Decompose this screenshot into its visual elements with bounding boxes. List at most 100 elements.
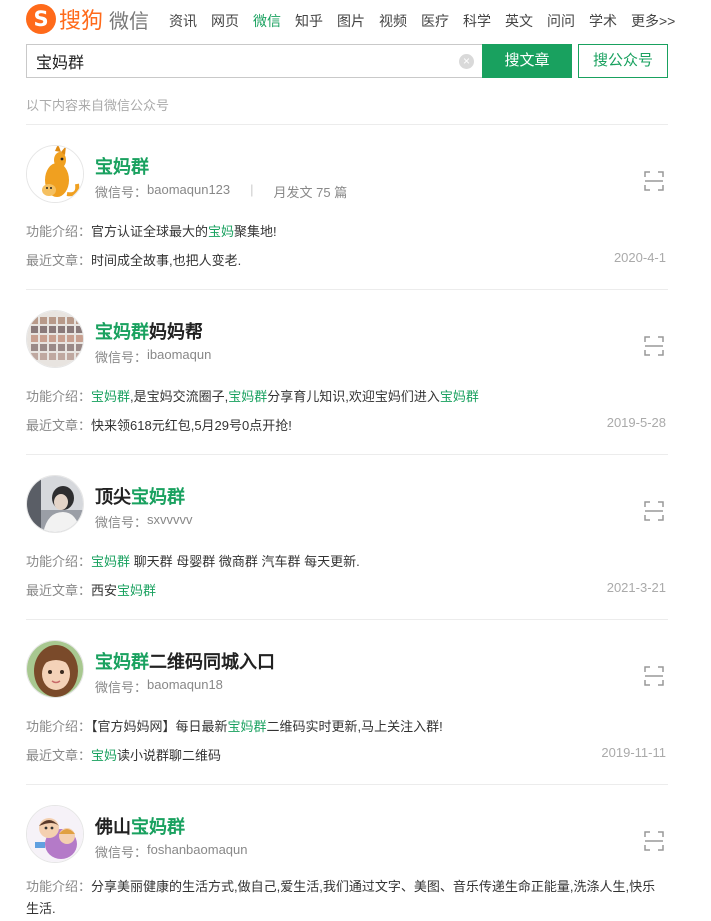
nav-item-more[interactable]: 更多>> bbox=[631, 11, 675, 31]
recent-article-link[interactable]: 快来领618元红包,5月29号0点开抢! bbox=[91, 418, 292, 433]
nav-item-english[interactable]: 英文 bbox=[505, 11, 533, 31]
wechat-id-label: 微信号： bbox=[95, 515, 148, 530]
recent-date: 2019-5-28 bbox=[606, 415, 666, 430]
account-meta: 微信号： sxvvvvv bbox=[95, 512, 193, 531]
recent-article-highlight[interactable]: 宝妈 bbox=[91, 748, 117, 763]
title-highlight: 宝妈群 bbox=[131, 817, 185, 837]
intro-row: 功能介绍：官方认证全球最大的宝妈聚集地! bbox=[26, 221, 277, 240]
account-title[interactable]: 宝妈群妈妈帮 bbox=[95, 318, 203, 344]
intro-label: 功能介绍： bbox=[26, 389, 92, 404]
intro-row: 功能介绍：【官方妈妈网】每日最新宝妈群二维码实时更新,马上关注入群! bbox=[26, 716, 443, 735]
intro-text: 聊天群 母婴群 微商群 汽车群 每天更新. bbox=[130, 554, 360, 569]
nav-item-web[interactable]: 网页 bbox=[211, 11, 239, 31]
account-title[interactable]: 佛山宝妈群 bbox=[95, 813, 185, 839]
recent-article-link[interactable]: 西安 bbox=[91, 583, 117, 598]
nav-item-news[interactable]: 资讯 bbox=[169, 11, 197, 31]
intro-text: 分享美丽健康的生活方式,做自己,爱生活,我们通过文字、美图、音乐传递生命正能量,… bbox=[26, 879, 656, 916]
intro-text: 聚集地! bbox=[234, 224, 277, 239]
wechat-id: baomaqun18 bbox=[147, 677, 223, 692]
intro-row: 功能介绍：宝妈群,是宝妈交流圈子,宝妈群分享育儿知识,欢迎宝妈们进入宝妈群 bbox=[26, 386, 479, 405]
account-avatar[interactable] bbox=[26, 475, 84, 533]
qrcode-icon[interactable] bbox=[644, 501, 664, 521]
account-title[interactable]: 顶尖宝妈群 bbox=[95, 483, 185, 509]
recent-row: 最近文章：宝妈读小说群聊二维码 bbox=[26, 745, 221, 764]
intro-highlight: 宝妈 bbox=[208, 224, 235, 239]
intro-row: 功能介绍：宝妈群 聊天群 母婴群 微商群 汽车群 每天更新. bbox=[26, 551, 360, 570]
account-meta: 微信号： ibaomaqun bbox=[95, 347, 211, 366]
intro-highlight: 宝妈群 bbox=[91, 554, 131, 569]
nav-item-video[interactable]: 视频 bbox=[379, 11, 407, 31]
sogou-weixin-logo[interactable]: S 搜狗 微信 bbox=[26, 3, 154, 35]
qrcode-icon[interactable] bbox=[644, 831, 664, 851]
intro-row: 功能介绍：分享美丽健康的生活方式,做自己,爱生活,我们通过文字、美图、音乐传递生… bbox=[26, 876, 668, 920]
wechat-id: baomaqun123 bbox=[147, 182, 231, 197]
clear-icon[interactable]: × bbox=[459, 54, 474, 69]
result-item: 宝妈群妈妈帮 微信号： ibaomaqun 功能介绍：宝妈群,是宝妈交流圈子,宝妈… bbox=[26, 290, 668, 455]
wechat-id-label: 微信号： bbox=[95, 680, 148, 695]
title-text: 二维码同城入口 bbox=[149, 652, 275, 672]
recent-article-link[interactable]: 读小说群聊二维码 bbox=[117, 748, 221, 763]
nav-item-science[interactable]: 科学 bbox=[463, 11, 491, 31]
account-title[interactable]: 宝妈群 bbox=[95, 153, 149, 179]
intro-highlight: 宝妈群 bbox=[439, 389, 479, 404]
result-item: 宝妈群 微信号： baomaqun123 | 月发文 75 篇 功能介绍：官方认证… bbox=[26, 125, 668, 290]
monthly-posts: 月发文 75 篇 bbox=[273, 185, 348, 200]
nav-item-images[interactable]: 图片 bbox=[337, 11, 365, 31]
qrcode-icon[interactable] bbox=[644, 666, 664, 686]
recent-date: 2021-3-21 bbox=[606, 580, 666, 595]
account-meta: 微信号： foshanbaomaqun bbox=[95, 842, 248, 861]
nav-item-zhihu[interactable]: 知乎 bbox=[295, 11, 323, 31]
recent-article-link[interactable]: 时间成全故事,也把人变老. bbox=[91, 253, 241, 268]
intro-highlight: 宝妈群 bbox=[228, 389, 268, 404]
search-input[interactable] bbox=[27, 52, 447, 70]
wechat-id: foshanbaomaqun bbox=[147, 842, 248, 857]
recent-row: 最近文章：西安宝妈群 bbox=[26, 580, 156, 599]
title-text: 佛山 bbox=[95, 817, 131, 837]
account-avatar[interactable] bbox=[26, 805, 84, 863]
intro-label: 功能介绍： bbox=[26, 879, 92, 894]
wechat-id: sxvvvvv bbox=[147, 512, 193, 527]
account-avatar[interactable] bbox=[26, 310, 84, 368]
intro-label: 功能介绍： bbox=[26, 554, 92, 569]
account-title[interactable]: 宝妈群二维码同城入口 bbox=[95, 648, 275, 674]
recent-date: 2020-4-1 bbox=[613, 250, 666, 265]
account-meta: 微信号： baomaqun123 | 月发文 75 篇 bbox=[95, 182, 347, 201]
intro-highlight: 宝妈群 bbox=[91, 389, 131, 404]
nav-item-weixin[interactable]: 微信 bbox=[253, 11, 281, 31]
wechat-id-label: 微信号： bbox=[95, 845, 148, 860]
wechat-id: ibaomaqun bbox=[147, 347, 212, 362]
logo-subtext: 微信 bbox=[109, 10, 150, 33]
nav-item-wenwen[interactable]: 问问 bbox=[547, 11, 575, 31]
search-bar: × bbox=[26, 44, 483, 78]
intro-text: 【官方妈妈网】每日最新 bbox=[91, 719, 228, 734]
account-meta: 微信号： baomaqun18 bbox=[95, 677, 223, 696]
search-articles-button[interactable]: 搜文章 bbox=[482, 44, 572, 78]
nav-item-medical[interactable]: 医疗 bbox=[421, 11, 449, 31]
top-nav: 资讯 网页 微信 知乎 图片 视频 医疗 科学 英文 问问 学术 更多>> bbox=[169, 11, 689, 31]
title-highlight: 宝妈群 bbox=[131, 487, 185, 507]
nav-item-scholar[interactable]: 学术 bbox=[589, 11, 617, 31]
intro-highlight: 宝妈群 bbox=[227, 719, 267, 734]
account-avatar[interactable] bbox=[26, 145, 84, 203]
recent-row: 最近文章：时间成全故事,也把人变老. bbox=[26, 250, 241, 269]
recent-article-highlight[interactable]: 宝妈群 bbox=[117, 583, 156, 598]
account-avatar[interactable] bbox=[26, 640, 84, 698]
recent-label: 最近文章： bbox=[26, 583, 92, 598]
intro-label: 功能介绍： bbox=[26, 224, 92, 239]
wechat-id-label: 微信号： bbox=[95, 350, 148, 365]
recent-date: 2019-11-11 bbox=[601, 745, 666, 760]
intro-text: 二维码实时更新,马上关注入群! bbox=[266, 719, 443, 734]
intro-text: ,是宝妈交流圈子, bbox=[130, 389, 229, 404]
result-item: 顶尖宝妈群 微信号： sxvvvvv 功能介绍：宝妈群 聊天群 母婴群 微商群 汽… bbox=[26, 455, 668, 620]
sogou-logo-icon: S bbox=[26, 4, 56, 34]
qrcode-icon[interactable] bbox=[644, 336, 664, 356]
source-note: 以下内容来自微信公众号 bbox=[26, 98, 170, 113]
search-accounts-button[interactable]: 搜公众号 bbox=[578, 44, 668, 78]
qrcode-icon[interactable] bbox=[644, 171, 664, 191]
result-item: 佛山宝妈群 微信号： foshanbaomaqun 功能介绍：分享美丽健康的生活方… bbox=[26, 785, 668, 921]
title-text: 顶尖 bbox=[95, 487, 131, 507]
intro-label: 功能介绍： bbox=[26, 719, 92, 734]
intro-text: 官方认证全球最大的 bbox=[91, 224, 209, 239]
title-highlight: 宝妈群 bbox=[95, 652, 149, 672]
recent-label: 最近文章： bbox=[26, 748, 92, 763]
